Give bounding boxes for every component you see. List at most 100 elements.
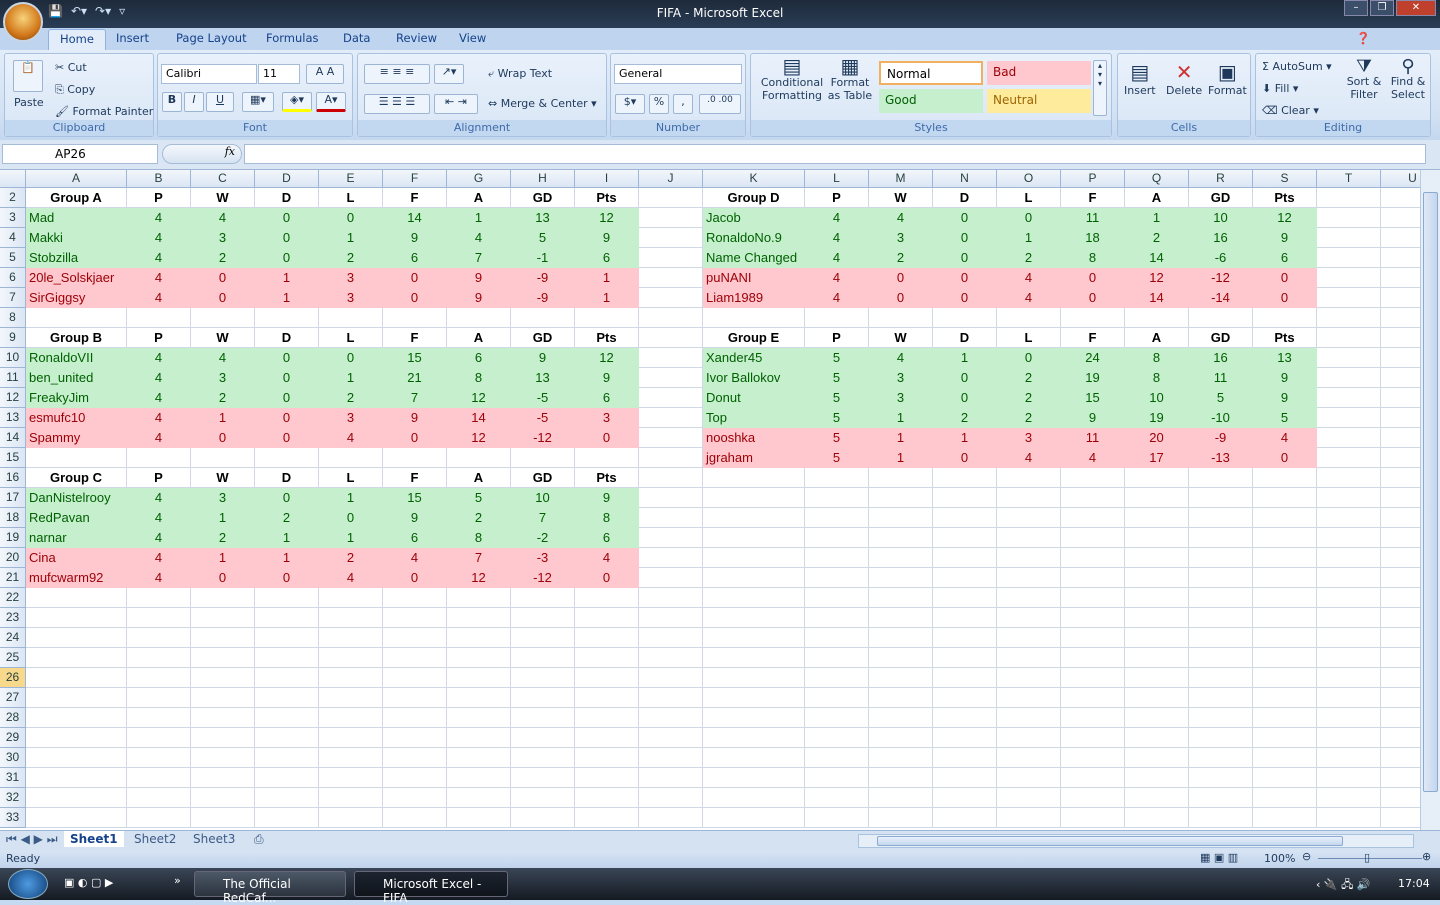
team-stat[interactable]: 14 [383,208,447,228]
grid-cell[interactable] [997,708,1061,728]
team-stat[interactable]: 4 [319,428,383,448]
team-stat[interactable]: 4 [1061,448,1125,468]
grid-cell[interactable] [1381,208,1420,228]
quick-launch-more-icon[interactable]: » [174,874,181,887]
grid-cell[interactable] [805,608,869,628]
team-stat[interactable]: 1 [191,548,255,568]
team-stat[interactable]: 10 [511,488,575,508]
tab-data[interactable]: Data [343,31,370,45]
borders-icon[interactable]: ▦▾ [242,92,274,112]
bold-button[interactable]: B [162,92,182,112]
team-stat[interactable]: 0 [997,208,1061,228]
grid-cell[interactable] [1381,368,1420,388]
grid-cell[interactable] [1189,728,1253,748]
percent-button[interactable]: % [649,94,669,114]
grid-cell[interactable] [575,788,639,808]
grid-cell[interactable] [933,708,997,728]
team-stat[interactable]: 13 [511,368,575,388]
team-stat[interactable]: 9 [447,268,511,288]
team-stat[interactable]: -6 [1189,248,1253,268]
grid-cell[interactable] [997,508,1061,528]
tab-home[interactable]: Home [48,29,106,51]
team-stat[interactable]: 11 [1061,208,1125,228]
grid-cell[interactable] [447,648,511,668]
grid-cell[interactable] [511,668,575,688]
grid-cell[interactable] [1253,488,1317,508]
grid-cell[interactable] [255,608,319,628]
grid-cell[interactable] [1381,468,1420,488]
team-stat[interactable]: 4 [191,348,255,368]
grid-cell[interactable] [805,308,869,328]
team-stat[interactable]: 4 [575,548,639,568]
copy-button[interactable]: ⎘ Copy [55,83,95,97]
grid-cell[interactable] [997,568,1061,588]
team-stat[interactable]: 12 [575,348,639,368]
grid-cell[interactable] [869,788,933,808]
sheet-tab-sheet2[interactable]: Sheet2 [134,832,176,846]
grid-cell[interactable] [383,768,447,788]
column-header[interactable]: J [639,170,703,188]
grid-cell[interactable] [511,768,575,788]
grid-cell[interactable] [1061,608,1125,628]
team-stat[interactable]: 0 [933,448,997,468]
grid-cell[interactable] [511,608,575,628]
team-stat[interactable]: 5 [805,448,869,468]
team-stat[interactable]: 4 [127,228,191,248]
help-icon[interactable]: ❓ [1356,31,1370,45]
team-stat[interactable]: -5 [511,408,575,428]
team-name[interactable]: RonaldoNo.9 [703,228,805,248]
team-stat[interactable]: 1 [447,208,511,228]
grid-cell[interactable] [1125,308,1189,328]
grid-cell[interactable] [383,588,447,608]
grid-cell[interactable] [805,668,869,688]
team-stat[interactable]: 1 [319,368,383,388]
grid-cell[interactable] [703,808,805,828]
grid-cell[interactable] [1125,468,1189,488]
vertical-align-icons[interactable]: ≡ ≡ ≡ [364,64,430,84]
grid-cell[interactable] [1189,688,1253,708]
team-stat[interactable]: 4 [127,408,191,428]
grid-cell[interactable] [703,788,805,808]
team-stat[interactable]: -12 [511,568,575,588]
grow-shrink-font-icon[interactable]: A A [306,64,344,84]
grid-cell[interactable] [703,708,805,728]
team-stat[interactable]: 0 [255,428,319,448]
grid-cell[interactable] [1061,708,1125,728]
team-stat[interactable]: 8 [447,368,511,388]
team-stat[interactable]: 8 [575,508,639,528]
team-stat[interactable]: 7 [447,248,511,268]
team-stat[interactable]: 4 [805,288,869,308]
start-button[interactable] [8,869,48,899]
team-stat[interactable]: -9 [511,268,575,288]
team-stat[interactable]: 15 [383,348,447,368]
grid-cell[interactable] [1381,668,1420,688]
sheet-nav-arrows[interactable]: ⏮ ◀ ▶ ⏭ [6,832,58,847]
grid-cell[interactable] [511,308,575,328]
row-header[interactable]: 22 [0,588,26,608]
insert-function-button[interactable]: fx [162,144,242,164]
number-format-select[interactable]: General [614,64,742,84]
grid-cell[interactable] [933,308,997,328]
grid-cell[interactable] [1189,588,1253,608]
grid-cell[interactable] [255,728,319,748]
team-stat[interactable]: 4 [319,568,383,588]
grid-cell[interactable] [639,548,703,568]
grid-cell[interactable] [191,728,255,748]
team-stat[interactable]: 8 [1125,368,1189,388]
grid-cell[interactable] [127,728,191,748]
team-stat[interactable]: 0 [255,348,319,368]
team-stat[interactable]: 4 [127,528,191,548]
grid-cell[interactable] [1061,688,1125,708]
grid-cell[interactable] [933,528,997,548]
grid-cell[interactable] [997,728,1061,748]
team-stat[interactable]: 8 [447,528,511,548]
grid-cell[interactable] [511,808,575,828]
grid-cell[interactable] [869,588,933,608]
column-header[interactable]: C [191,170,255,188]
grid-cell[interactable] [127,748,191,768]
grid-cell[interactable] [639,628,703,648]
row-header[interactable]: 7 [0,288,26,308]
team-stat[interactable]: 4 [383,548,447,568]
wrap-text-button[interactable]: ⤶ Wrap Text [488,67,552,81]
row-header[interactable]: 27 [0,688,26,708]
